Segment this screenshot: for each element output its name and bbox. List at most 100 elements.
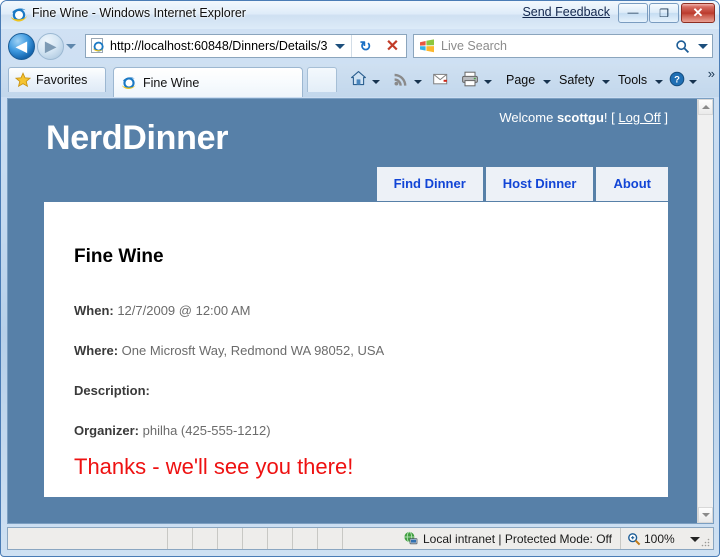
recent-pages-chevron-down-icon[interactable]	[65, 41, 77, 52]
welcome-prefix: Welcome	[499, 110, 557, 125]
refresh-button[interactable]: ↻	[352, 35, 379, 57]
home-chevron-down-icon[interactable]	[371, 70, 382, 92]
status-bar: Local intranet | Protected Mode: Off 100…	[7, 527, 714, 550]
welcome-username: scottgu	[556, 110, 604, 125]
address-dropdown-chevron-down-icon[interactable]	[329, 35, 351, 57]
search-provider-chevron-down-icon[interactable]	[694, 35, 712, 57]
page-favicon-icon	[90, 38, 106, 54]
home-icon	[350, 70, 367, 90]
zoom-level-label: 100%	[644, 531, 675, 546]
page-viewport: NerdDinner Welcome scottgu! [ Log Off ] …	[7, 98, 714, 524]
organizer-value: philha (425-555-1212)	[139, 423, 271, 438]
title-bar: Fine Wine - Windows Internet Explorer Se…	[1, 1, 719, 29]
feeds-chevron-down-icon[interactable]	[413, 70, 424, 92]
browser-tab[interactable]: Fine Wine	[113, 67, 303, 97]
page-scrollbar[interactable]	[697, 99, 713, 523]
status-cell-6	[293, 528, 318, 549]
status-cell-2	[193, 528, 218, 549]
maximize-button[interactable]: ❐	[649, 3, 679, 23]
nav-tab-about[interactable]: About	[596, 167, 668, 201]
feeds-icon	[393, 71, 409, 90]
description-label: Description:	[74, 383, 150, 398]
new-tab-button[interactable]	[307, 67, 337, 92]
maximize-icon: ❐	[659, 7, 669, 20]
nav-tab-host-dinner[interactable]: Host Dinner	[485, 167, 594, 201]
site-logo: NerdDinner	[46, 119, 229, 157]
back-button[interactable]: ◀	[8, 33, 35, 60]
content-panel: Fine Wine When: 12/7/2009 @ 12:00 AM Whe…	[44, 202, 668, 497]
status-cell-1	[168, 528, 193, 549]
scroll-down-triangle	[702, 513, 710, 517]
detail-organizer: Organizer: philha (425-555-1212)	[74, 423, 271, 438]
read-mail-button[interactable]	[433, 69, 450, 91]
detail-where: Where: One Microsft Way, Redmond WA 9805…	[74, 343, 384, 358]
address-input[interactable]: http://localhost:60848/Dinners/Details/3	[110, 39, 329, 53]
printer-icon	[461, 71, 479, 90]
help-button[interactable]: ?	[669, 69, 685, 91]
page-menu[interactable]: Page	[506, 69, 535, 91]
detail-description: Description:	[74, 383, 150, 398]
scroll-up-arrow-icon[interactable]	[698, 99, 713, 115]
more-commands-icon[interactable]: »	[708, 66, 715, 81]
welcome-suffix: ! [	[603, 110, 619, 125]
safety-menu[interactable]: Safety	[559, 69, 594, 91]
when-label: When:	[74, 303, 114, 318]
home-button[interactable]	[350, 69, 367, 91]
print-chevron-down-icon[interactable]	[483, 70, 494, 92]
site-navigation: Find Dinner Host Dinner About	[376, 167, 668, 201]
favorites-label: Favorites	[36, 73, 88, 87]
page-menu-label: Page	[506, 73, 536, 87]
status-cell-3	[218, 528, 243, 549]
stop-button[interactable]: ✕	[379, 35, 406, 57]
internet-explorer-icon	[10, 6, 28, 24]
search-icon[interactable]	[670, 35, 694, 57]
svg-text:?: ?	[674, 74, 680, 85]
address-bar[interactable]: http://localhost:60848/Dinners/Details/3…	[85, 34, 407, 58]
navigation-bar: ◀ ▶ http://localhost:60848/Dinners/Detai…	[1, 29, 719, 64]
dinner-title: Fine Wine	[74, 246, 164, 267]
forward-arrow-icon: ▶	[45, 38, 56, 54]
safety-menu-label: Safety	[559, 73, 595, 87]
page-menu-chevron-down-icon[interactable]	[542, 70, 553, 92]
help-icon: ?	[669, 71, 685, 90]
minimize-button[interactable]: —	[618, 3, 648, 23]
welcome-bar: Welcome scottgu! [ Log Off ]	[499, 110, 668, 125]
feeds-button[interactable]	[393, 69, 409, 91]
print-button[interactable]	[461, 69, 479, 91]
organizer-label: Organizer:	[74, 423, 140, 438]
log-off-link[interactable]: Log Off	[618, 110, 660, 125]
minimize-icon: —	[627, 7, 639, 19]
send-feedback-link[interactable]: Send Feedback	[522, 5, 610, 19]
intranet-globe-icon	[403, 531, 418, 546]
help-chevron-down-icon[interactable]	[688, 70, 699, 92]
tools-menu-label: Tools	[618, 73, 648, 87]
browser-window: Fine Wine - Windows Internet Explorer Se…	[0, 0, 720, 557]
close-icon: ✕	[692, 5, 704, 20]
window-title: Fine Wine - Windows Internet Explorer	[32, 6, 246, 20]
rsvp-confirmation-message: Thanks - we'll see you there!	[74, 454, 354, 479]
mail-icon	[433, 72, 450, 89]
back-arrow-icon: ◀	[16, 38, 27, 54]
star-icon	[14, 72, 32, 88]
tools-menu-chevron-down-icon[interactable]	[654, 70, 665, 92]
close-button[interactable]: ✕	[681, 3, 715, 23]
where-label: Where:	[74, 343, 119, 358]
nav-tab-find-dinner[interactable]: Find Dinner	[376, 167, 483, 201]
tab-label: Fine Wine	[143, 75, 200, 90]
tools-menu[interactable]: Tools	[618, 69, 647, 91]
security-zone-indicator[interactable]: Local intranet | Protected Mode: Off	[343, 528, 621, 549]
search-input[interactable]: Live Search	[441, 39, 670, 53]
favorites-button[interactable]: Favorites	[8, 67, 106, 92]
status-cell-7	[318, 528, 343, 549]
web-page: NerdDinner Welcome scottgu! [ Log Off ] …	[8, 99, 698, 523]
resize-grip[interactable]	[699, 536, 711, 548]
windows-logo-icon	[419, 39, 435, 53]
security-zone-text: Local intranet | Protected Mode: Off	[423, 531, 612, 546]
scroll-down-arrow-icon[interactable]	[698, 507, 713, 523]
status-message-area	[8, 528, 168, 549]
forward-button[interactable]: ▶	[37, 33, 64, 60]
search-box[interactable]: Live Search	[413, 34, 713, 58]
status-cell-4	[243, 528, 268, 549]
scroll-up-triangle	[702, 105, 710, 109]
safety-menu-chevron-down-icon[interactable]	[601, 70, 612, 92]
